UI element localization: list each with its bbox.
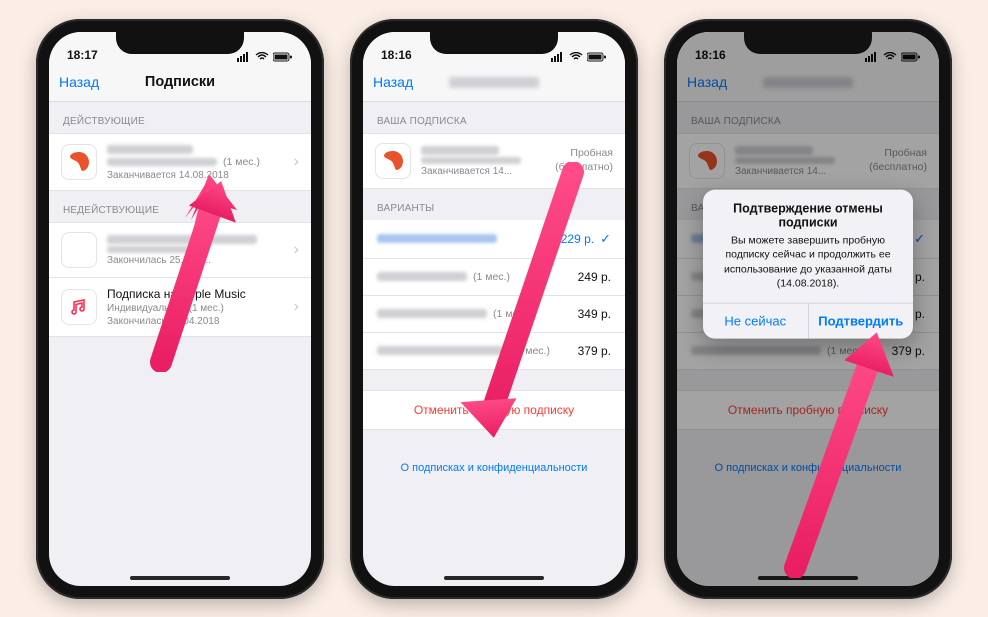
signal-icon — [551, 52, 565, 62]
wifi-icon — [255, 52, 269, 62]
battery-icon — [587, 52, 607, 62]
chevron-right-icon: › — [294, 241, 299, 259]
subscription-row-active[interactable]: (1 мес.) Заканчивается 14.08.2018 › — [49, 133, 311, 191]
blurred-text — [377, 346, 507, 355]
phone-mock-2: 18:16 Назад ВАША ПОДПИСКА Заканчивается … — [350, 19, 638, 599]
status-time: 18:17 — [67, 48, 98, 62]
wifi-icon — [569, 52, 583, 62]
row-body: (1 мес.) Заканчивается 14.08.2018 — [107, 143, 284, 181]
price: 229 р. — [561, 232, 594, 246]
expires-label: Заканчивается 14... — [421, 166, 545, 177]
blurred-text — [107, 246, 207, 253]
chevron-right-icon: › — [294, 298, 299, 316]
row-title: Подписка на Apple Music — [107, 287, 284, 301]
notch — [744, 32, 872, 54]
app-icon — [375, 143, 411, 179]
battery-icon — [273, 52, 293, 62]
subscription-detail-row: Заканчивается 14... Пробная (бесплатно) — [363, 133, 625, 189]
nav-bar: Назад Подписки — [49, 64, 311, 102]
price: 249 р. — [578, 270, 611, 284]
chevron-right-icon: › — [294, 153, 299, 171]
section-header-your: ВАША ПОДПИСКА — [363, 102, 625, 133]
period-label: (1 мес.) — [223, 156, 260, 168]
app-icon — [61, 144, 97, 180]
blurred-text — [107, 235, 257, 244]
privacy-link[interactable]: О подписках и конфиденциальности — [363, 450, 625, 486]
blurred-text — [107, 158, 217, 166]
phone-mock-1: 18:17 Назад Подписки ДЕЙСТВУЮЩИЕ — [36, 19, 324, 599]
expires-label: Закончилась 25.05.2... — [107, 255, 284, 266]
nav-title: Подписки — [145, 74, 215, 90]
alert-not-now-button[interactable]: Не сейчас — [703, 304, 808, 339]
period-suffix: (1 мес.) — [473, 271, 510, 283]
section-header-active: ДЕЙСТВУЮЩИЕ — [49, 102, 311, 133]
blurred-text — [377, 234, 497, 243]
subscription-row-inactive-1[interactable]: Закончилась 25.05.2... › — [49, 222, 311, 278]
price: 379 р. — [578, 344, 611, 358]
screen-3: 18:16 Назад ВАША ПОДПИСКА Заканчивается … — [677, 32, 939, 586]
subscription-row-inactive-2[interactable]: Подписка на Apple Music Индивидуальная (… — [49, 278, 311, 337]
blurred-text — [377, 309, 487, 318]
price: 349 р. — [578, 307, 611, 321]
nav-title-blurred — [449, 77, 539, 88]
nav-bar: Назад — [363, 64, 625, 102]
app-icon-blank — [61, 232, 97, 268]
section-header-variants: ВАРИАНТЫ — [363, 189, 625, 220]
blurred-text — [421, 146, 499, 155]
variant-option-1[interactable]: 229 р. ✓ — [363, 220, 625, 259]
back-button[interactable]: Назад — [373, 74, 413, 90]
blurred-text — [421, 157, 521, 164]
home-indicator — [130, 576, 230, 580]
alert-message: Вы можете завершить пробную подписку сей… — [703, 234, 913, 303]
variant-option-3[interactable]: (1 мес.) 349 р. — [363, 296, 625, 333]
period-suffix: (1 мес.) — [513, 345, 550, 357]
trial-badge: Пробная (бесплатно) — [555, 147, 613, 173]
cancel-trial-button[interactable]: Отменить пробную подписку — [363, 390, 625, 430]
home-indicator — [444, 576, 544, 580]
apple-music-icon — [61, 289, 97, 325]
notch — [116, 32, 244, 54]
signal-icon — [237, 52, 251, 62]
status-time: 18:16 — [381, 48, 412, 62]
screen-1: 18:17 Назад Подписки ДЕЙСТВУЮЩИЕ — [49, 32, 311, 586]
blurred-text — [377, 272, 467, 281]
phone-mock-3: 18:16 Назад ВАША ПОДПИСКА Заканчивается … — [664, 19, 952, 599]
confirm-cancel-alert: Подтверждение отмены подписки Вы можете … — [703, 190, 913, 339]
section-header-inactive: НЕДЕЙСТВУЮЩИЕ — [49, 191, 311, 222]
variant-option-4[interactable]: (1 мес.) 379 р. — [363, 333, 625, 370]
row-sub: Индивидуальная (1 мес.) — [107, 303, 284, 314]
alert-title: Подтверждение отмены подписки — [703, 190, 913, 234]
expires-label: Заканчивается 14.08.2018 — [107, 170, 284, 181]
alert-confirm-button[interactable]: Подтвердить — [808, 304, 914, 339]
variant-option-2[interactable]: (1 мес.) 249 р. — [363, 259, 625, 296]
check-icon: ✓ — [600, 231, 611, 247]
notch — [430, 32, 558, 54]
expires-label: Закончилась 18.04.2018 — [107, 316, 284, 327]
back-button[interactable]: Назад — [59, 74, 99, 90]
blurred-text — [107, 145, 193, 154]
screen-2: 18:16 Назад ВАША ПОДПИСКА Заканчивается … — [363, 32, 625, 586]
status-right — [237, 52, 293, 62]
period-suffix: (1 мес.) — [493, 308, 530, 320]
